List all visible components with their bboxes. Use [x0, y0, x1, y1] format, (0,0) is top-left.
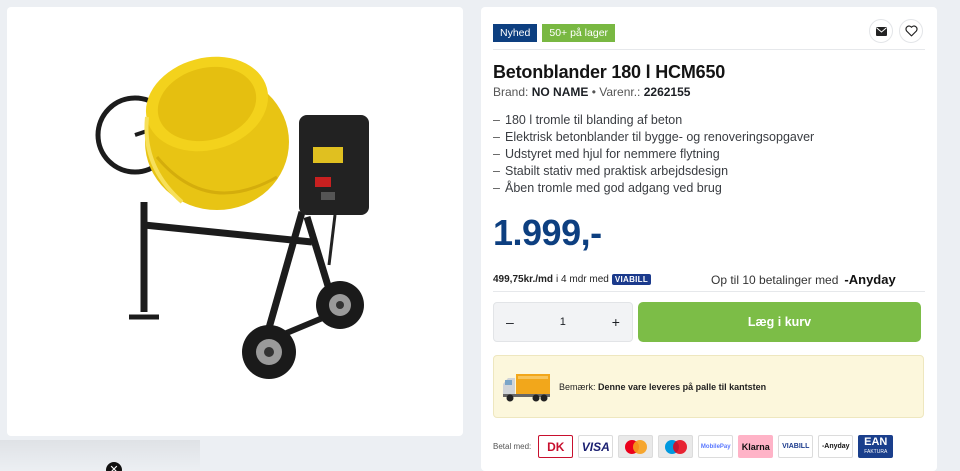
product-price: 1.999,- [493, 212, 602, 253]
product-image-panel[interactable] [7, 7, 463, 436]
sku-label: • Varenr.: [591, 85, 641, 99]
sku-value: 2262155 [643, 85, 691, 99]
heart-icon [904, 25, 918, 37]
anyday-text: Op til 10 betalinger med [711, 272, 839, 287]
panel-shadow [0, 440, 200, 471]
close-icon[interactable]: ✕ [106, 462, 122, 471]
mail-icon [875, 26, 887, 36]
stock-badge: 50+ på lager [542, 24, 616, 42]
viabill-payment-logo: VIABILL [778, 435, 814, 458]
decrease-button[interactable]: – [506, 314, 514, 330]
share-mail-button[interactable] [869, 19, 893, 43]
maestro-logo [658, 435, 694, 458]
quantity-value[interactable]: 1 [560, 316, 566, 328]
klarna-logo: Klarna [738, 435, 774, 458]
list-item: – Åben tromle med god adgang ved brug [493, 181, 722, 195]
viabill-logo: VIABILL [611, 274, 652, 285]
list-item: – Elektrisk betonblander til bygge- og re… [493, 130, 815, 144]
truck-icon [503, 374, 550, 402]
anyday-payment-logo: -Anyday [818, 435, 854, 458]
feature-list: –180 l tromle til blanding af beton – Ele… [493, 112, 814, 197]
anyday-logo: -Anyday [844, 272, 896, 287]
badges: Nyhed 50+ på lager [493, 24, 616, 42]
quantity-stepper: – 1 + [493, 302, 633, 342]
new-badge: Nyhed [493, 24, 538, 42]
product-meta: Brand: NO NAME • Varenr.: 2262155 [493, 85, 690, 99]
viabill-finance-info[interactable]: 499,75kr./md i 4 mdr med VIABILL [493, 274, 652, 285]
delivery-notice: Bemærk: Denne vare leveres på palle til … [493, 355, 924, 418]
list-item: –180 l tromle til blanding af beton [493, 113, 683, 127]
dankort-logo: DK [538, 435, 574, 458]
ean-text: EAN [864, 435, 888, 448]
anyday-finance-info[interactable]: Op til 10 betalinger med -Anyday [711, 272, 896, 287]
brand-label: Brand: [493, 85, 529, 99]
maestro-icon [664, 439, 687, 454]
brand-value[interactable]: NO NAME [532, 85, 589, 99]
mobilepay-logo: MobilePay [698, 435, 734, 458]
product-info-panel: Nyhed 50+ på lager Betonblander 180 l HC… [481, 7, 937, 471]
divider [493, 291, 925, 292]
increase-button[interactable]: + [612, 314, 620, 330]
list-item: – Udstyret med hjul for nemmere flytning [493, 147, 720, 161]
ean-invoice-logo: EAN FAKTURA [858, 435, 894, 458]
divider [493, 49, 925, 50]
faktura-text: FAKTURA [864, 448, 888, 455]
mastercard-logo [618, 435, 654, 458]
wishlist-button[interactable] [899, 19, 923, 43]
mastercard-icon [624, 439, 647, 454]
payment-label: Betal med: [493, 442, 532, 451]
product-image [95, 56, 369, 379]
notice-text: Bemærk: Denne vare leveres på palle til … [559, 382, 766, 392]
add-to-cart-button[interactable]: Læg i kurv [638, 302, 921, 342]
months-text: i 4 mdr med [556, 274, 609, 285]
notice-label: Bemærk: [559, 382, 596, 392]
payment-methods: Betal med: DK VISA MobilePay Klarna VIAB… [493, 435, 894, 458]
notice-message: Denne vare leveres på palle til kantsten [598, 382, 767, 392]
monthly-amount: 499,75kr./md [493, 274, 554, 285]
visa-logo: VISA [578, 435, 614, 458]
product-title: Betonblander 180 l HCM650 [493, 62, 726, 82]
list-item: – Stabilt stativ med praktisk arbejdsdesi… [493, 164, 729, 178]
